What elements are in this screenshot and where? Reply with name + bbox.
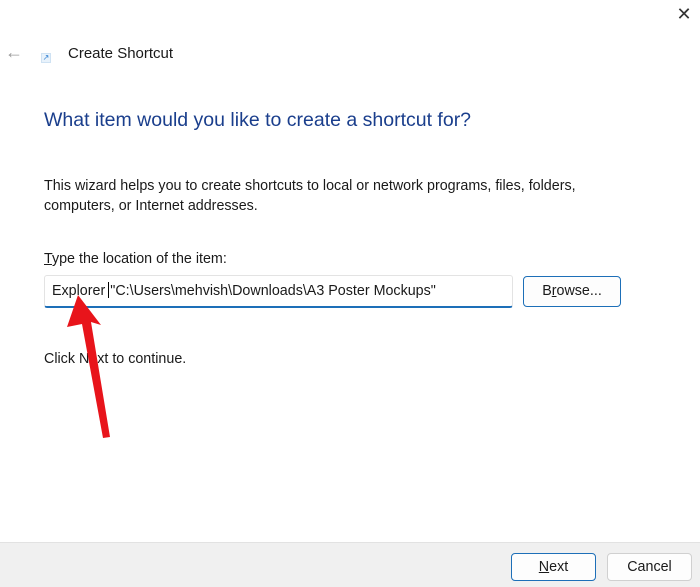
cancel-button[interactable]: Cancel (607, 553, 692, 581)
next-accel: N (538, 559, 550, 575)
next-label: ext (549, 559, 569, 575)
next-button[interactable]: Next (511, 553, 596, 581)
red-arrow-icon (67, 295, 110, 438)
annotation-arrow (67, 295, 110, 438)
